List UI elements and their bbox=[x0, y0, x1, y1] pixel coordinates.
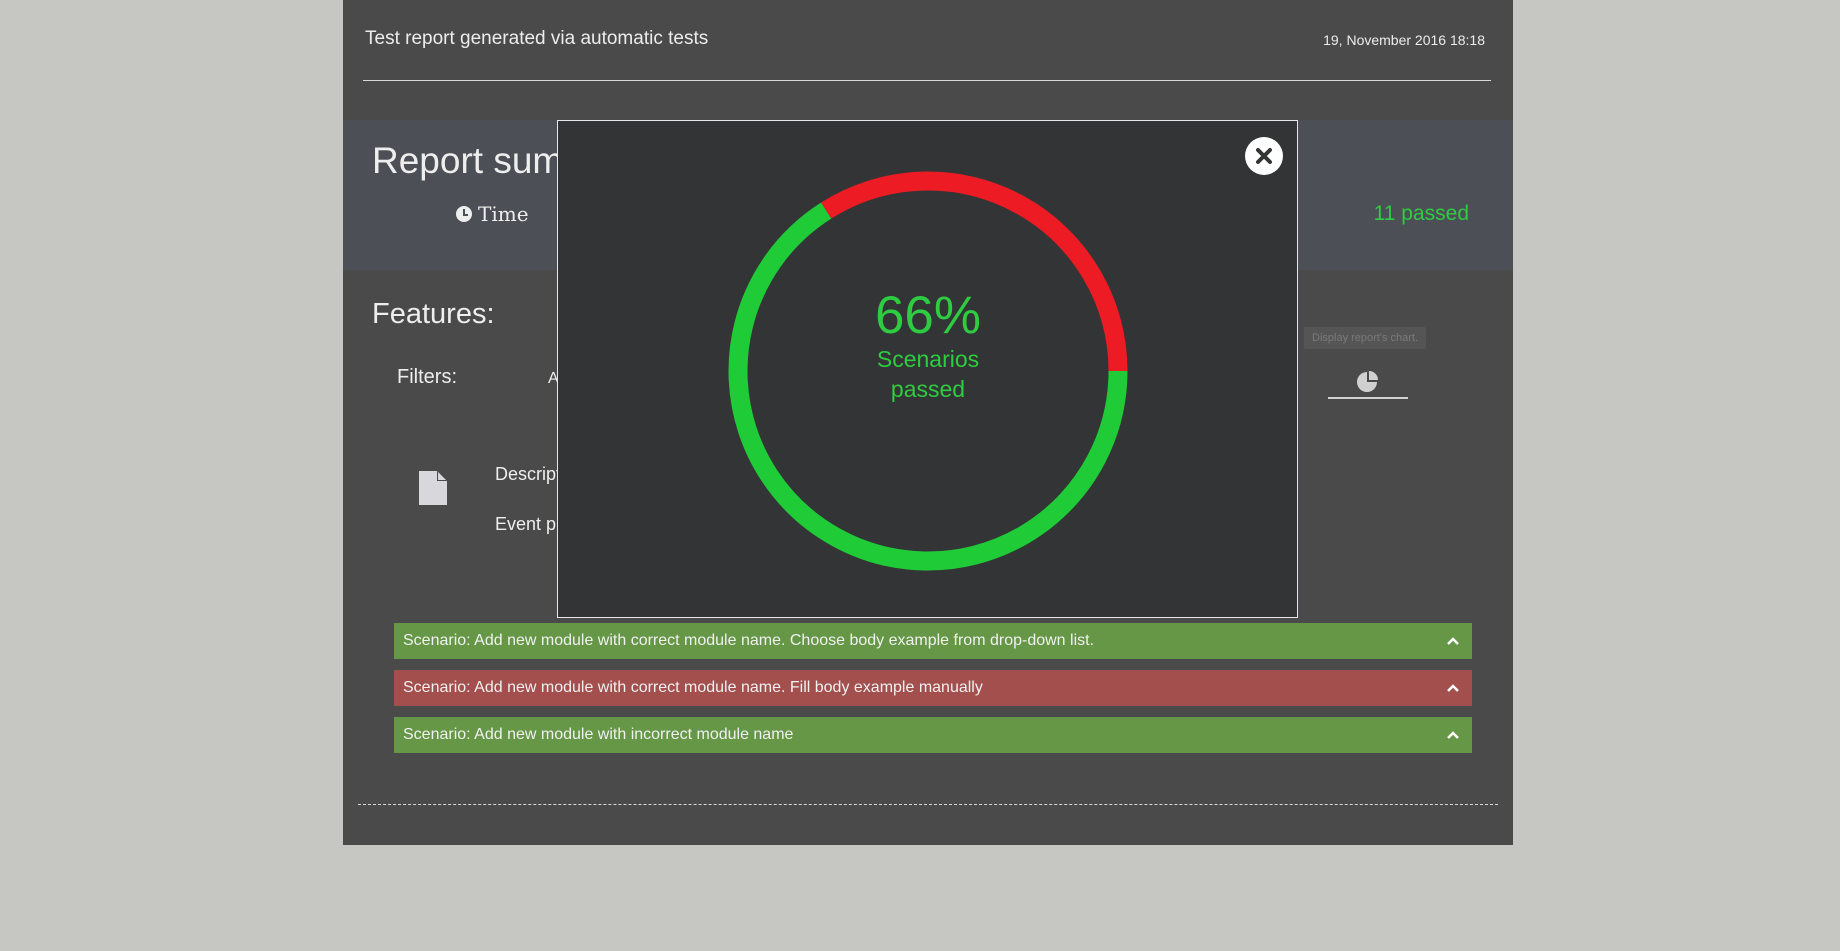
feature-description-label: Descripti bbox=[495, 464, 566, 484]
scenario-title: Scenario: Add new module with correct mo… bbox=[403, 632, 1095, 649]
feature-event-label: Event pr bbox=[495, 514, 563, 534]
close-button[interactable] bbox=[1245, 137, 1283, 175]
scenario-row[interactable]: Scenario: Add new module with correct mo… bbox=[394, 623, 1472, 659]
scenario-title: Scenario: Add new module with incorrect … bbox=[403, 726, 794, 743]
scenario-row[interactable]: Scenario: Add new module with incorrect … bbox=[394, 717, 1472, 753]
close-icon bbox=[1256, 148, 1272, 164]
time-label: Time bbox=[478, 202, 529, 226]
summary-title: Report sum bbox=[372, 140, 564, 181]
filters-label: Filters: bbox=[397, 366, 457, 388]
time-heading: Time bbox=[456, 202, 529, 226]
report-header: Test report generated via automatic test… bbox=[363, 0, 1491, 81]
passed-percent: 66% bbox=[874, 286, 982, 345]
features-title: Features: bbox=[372, 298, 495, 330]
chart-button-tooltip: Display report's chart. bbox=[1304, 327, 1427, 349]
passed-caption: Scenarios passed bbox=[876, 346, 980, 402]
chevron-up-icon[interactable] bbox=[1446, 730, 1460, 740]
footer-divider bbox=[358, 804, 1498, 805]
passed-count: 11 passed bbox=[1373, 202, 1469, 225]
donut-label: 66% Scenarios passed bbox=[728, 171, 1128, 571]
chevron-up-icon[interactable] bbox=[1446, 636, 1460, 646]
chevron-up-icon[interactable] bbox=[1446, 683, 1460, 693]
report-title: Test report generated via automatic test… bbox=[365, 28, 709, 49]
document-icon bbox=[417, 470, 449, 511]
report-date: 19, November 2016 18:18 bbox=[1323, 32, 1485, 48]
chart-modal: 66% Scenarios passed bbox=[557, 120, 1298, 618]
display-chart-button[interactable] bbox=[1328, 365, 1408, 399]
scenario-title: Scenario: Add new module with correct mo… bbox=[403, 679, 983, 696]
scenario-row[interactable]: Scenario: Add new module with correct mo… bbox=[394, 670, 1472, 706]
pie-chart-icon bbox=[1357, 371, 1378, 392]
clock-icon bbox=[456, 206, 472, 222]
